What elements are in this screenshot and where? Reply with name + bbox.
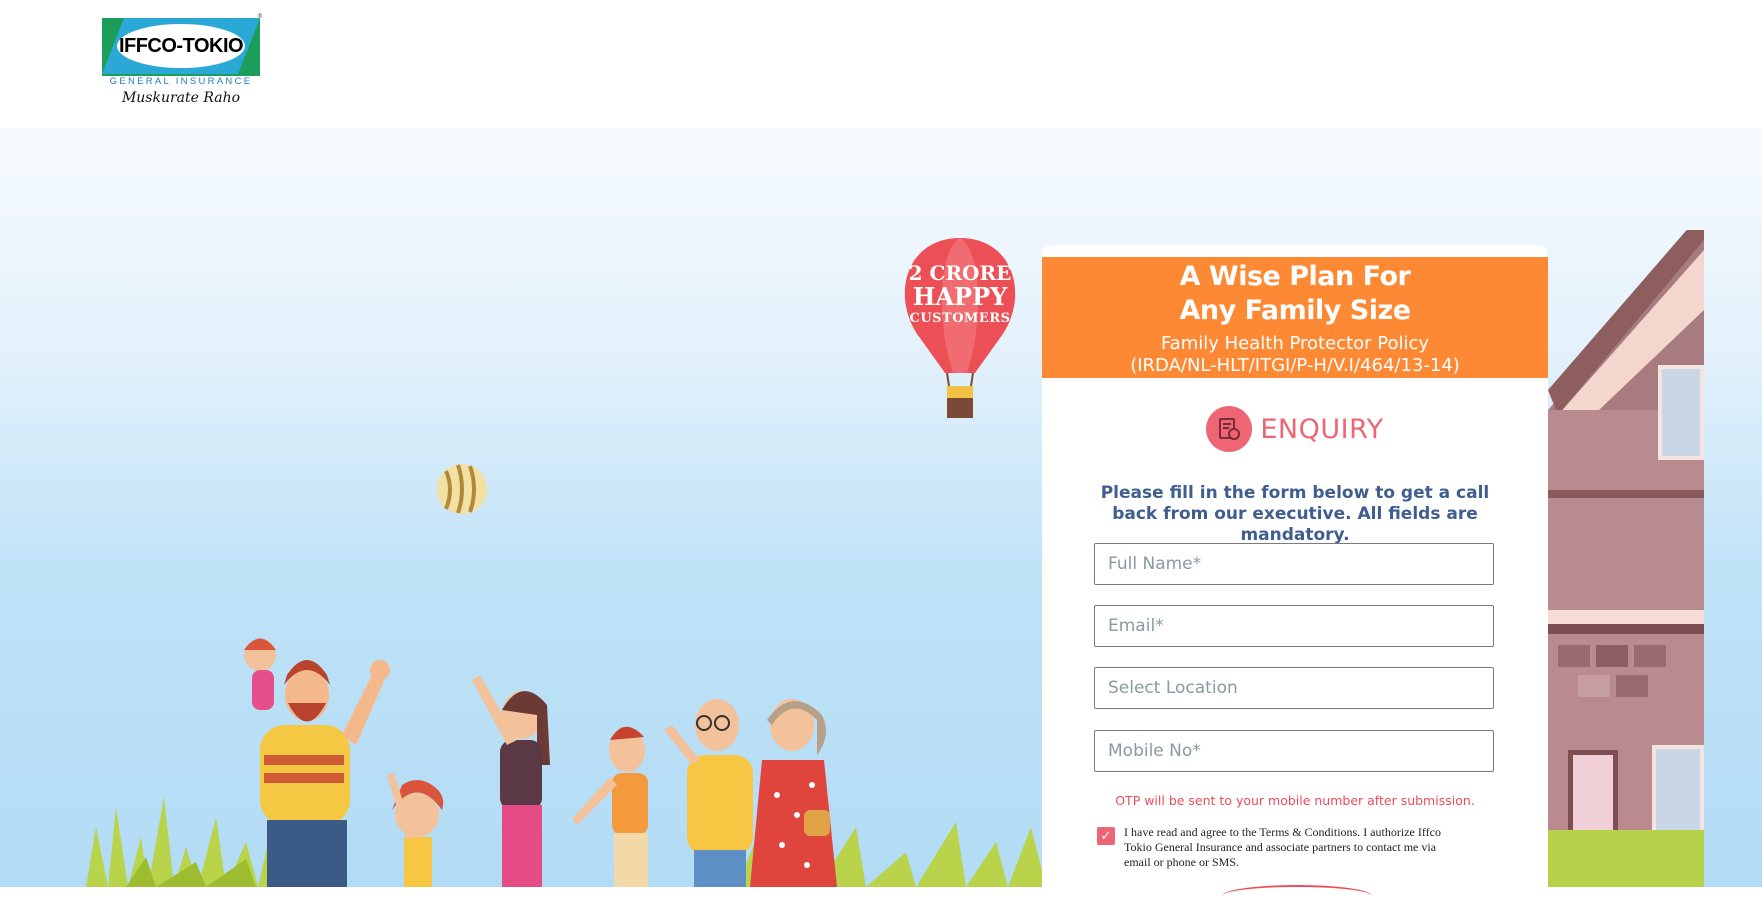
balloon-line-2: HAPPY [912,282,1008,311]
balloon-line-1: 2 CRORE [908,261,1012,285]
full-name-input[interactable]: Full Name* [1094,543,1494,585]
balloon-line-3: CUSTOMERS [909,311,1011,326]
iffco-tokio-logo[interactable]: IFFCO-TOKIO GENERAL INSURANCE Muskurate … [102,14,262,110]
enquiry-card: A Wise Plan For Any Family Size Family H… [1042,245,1548,905]
enquiry-label: ENQUIRY [1260,413,1384,445]
consent-text: I have read and agree to the Terms & Con… [1124,825,1441,869]
consent-checkbox[interactable]: ✓ [1097,827,1115,845]
house-illustration [1548,230,1704,887]
ball-illustration [437,464,487,514]
logo-subtitle: GENERAL INSURANCE [102,74,260,90]
policy-uin: (IRDA/NL-HLT/ITGI/P-H/V.I/464/13-14) [1130,355,1460,376]
document-icon [1206,406,1253,452]
enquiry-heading: ENQUIRY [1042,405,1548,453]
logo-tagline: Muskurate Raho [121,90,241,106]
trademark-mark: ® [257,14,262,20]
location-select[interactable]: Select Location [1094,667,1494,709]
otp-note: OTP will be sent to your mobile number a… [1115,793,1475,808]
mobile-input[interactable]: Mobile No* [1094,730,1494,772]
email-input[interactable]: Email* [1094,605,1494,647]
family-illustration [244,638,837,887]
policy-name: Family Health Protector Policy [1160,333,1430,354]
logo-banner: IFFCO-TOKIO [102,18,260,74]
card-title-line-2: Any Family Size [1179,295,1411,326]
balloon-badge: 2 CRORE HAPPY CUSTOMERS [895,263,1025,325]
card-header: A Wise Plan For Any Family Size Family H… [1042,257,1548,378]
submit-button[interactable] [1222,885,1372,905]
card-title: A Wise Plan For Any Family Size [1042,260,1548,328]
card-subtitle: Family Health Protector Policy (IRDA/NL-… [1042,333,1548,377]
form-instructions: Please fill in the form below to get a c… [1100,483,1490,545]
logo-wordmark: IFFCO-TOKIO [117,24,245,68]
site-header: IFFCO-TOKIO GENERAL INSURANCE Muskurate … [0,0,1762,128]
card-title-line-1: A Wise Plan For [1179,261,1411,292]
